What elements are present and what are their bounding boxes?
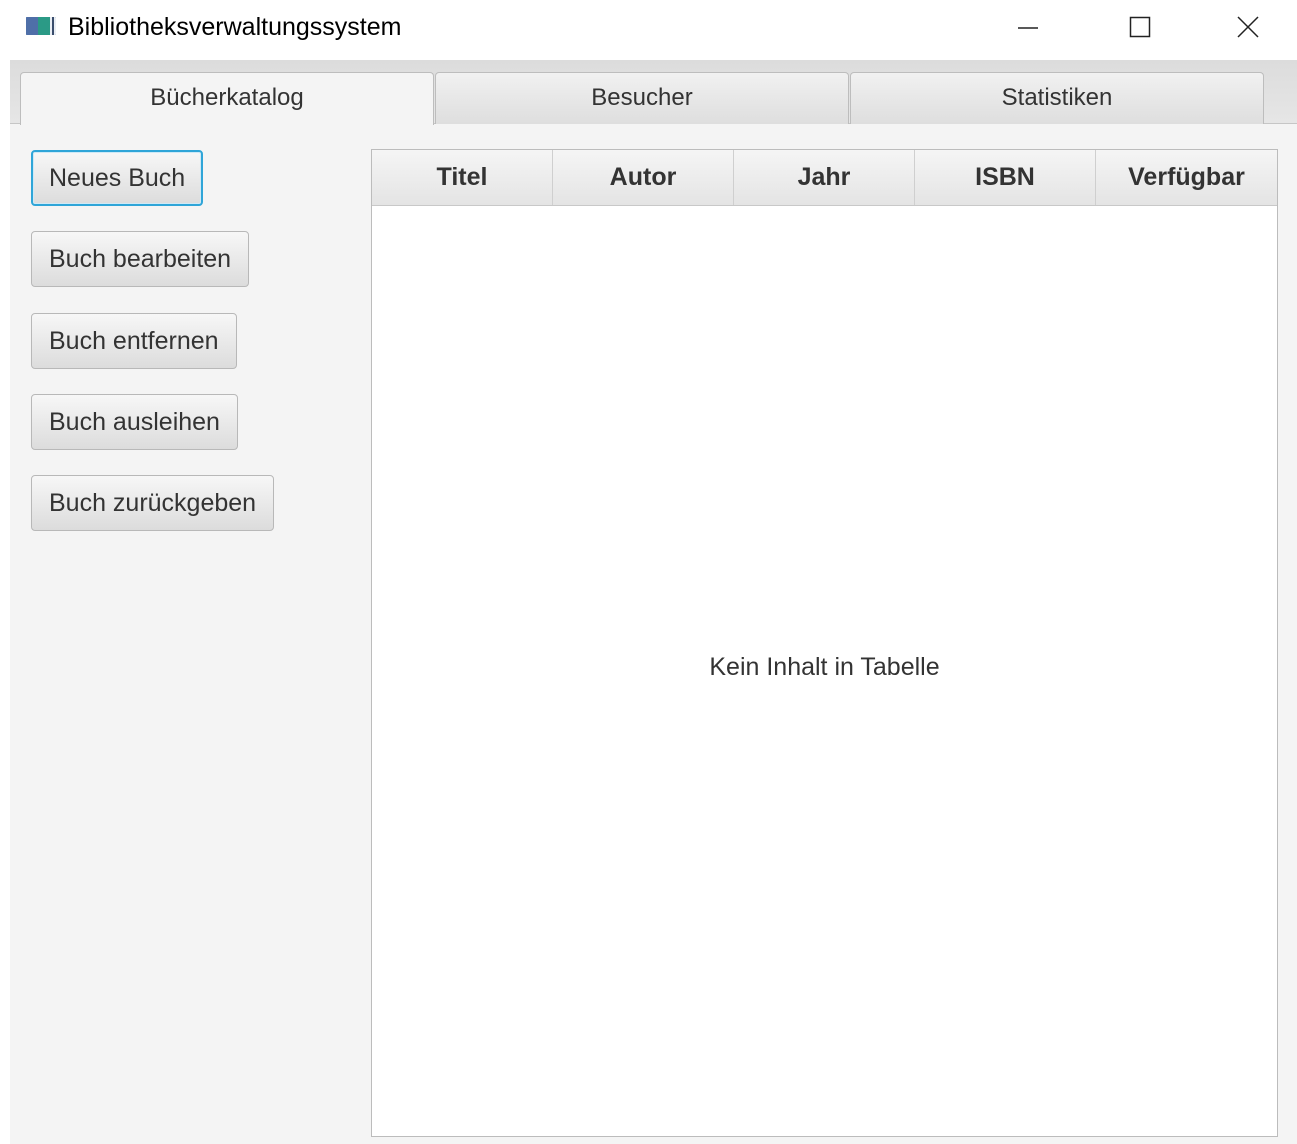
tab-besucher[interactable]: Besucher [435,72,849,124]
maximize-button[interactable] [1110,0,1170,54]
app-icon [26,17,56,35]
column-header-available[interactable]: Verfügbar [1096,150,1277,205]
app-window: Bibliotheksverwaltungssystem Bücherkatal… [0,0,1297,1144]
main-content: Bücherkatalog Besucher Statistiken Neues… [10,60,1297,1144]
tab-buecherkatalog[interactable]: Bücherkatalog [20,72,434,125]
column-header-author[interactable]: Autor [553,150,734,205]
return-book-button[interactable]: Buch zurückgeben [31,475,275,531]
column-header-title[interactable]: Titel [372,150,553,205]
close-icon [1237,16,1259,38]
close-button[interactable] [1218,0,1278,54]
column-header-year[interactable]: Jahr [734,150,915,205]
remove-book-button[interactable]: Buch entfernen [31,313,237,369]
minimize-icon [1018,27,1038,29]
lend-book-button[interactable]: Buch ausleihen [31,394,238,450]
books-table[interactable]: Titel Autor Jahr ISBN Verfügbar Kein Inh… [371,149,1278,1137]
column-header-isbn[interactable]: ISBN [915,150,1096,205]
maximize-icon [1129,16,1151,38]
empty-table-placeholder: Kein Inhalt in Tabelle [709,653,940,681]
window-title: Bibliotheksverwaltungssystem [68,13,402,41]
minimize-button[interactable] [998,0,1058,54]
title-bar[interactable]: Bibliotheksverwaltungssystem [0,0,1297,56]
table-header: Titel Autor Jahr ISBN Verfügbar [372,150,1277,206]
tab-bar: Bücherkatalog Besucher Statistiken [10,60,1297,125]
new-book-button[interactable]: Neues Buch [31,150,204,206]
edit-book-button[interactable]: Buch bearbeiten [31,231,250,287]
tab-statistiken[interactable]: Statistiken [850,72,1264,124]
